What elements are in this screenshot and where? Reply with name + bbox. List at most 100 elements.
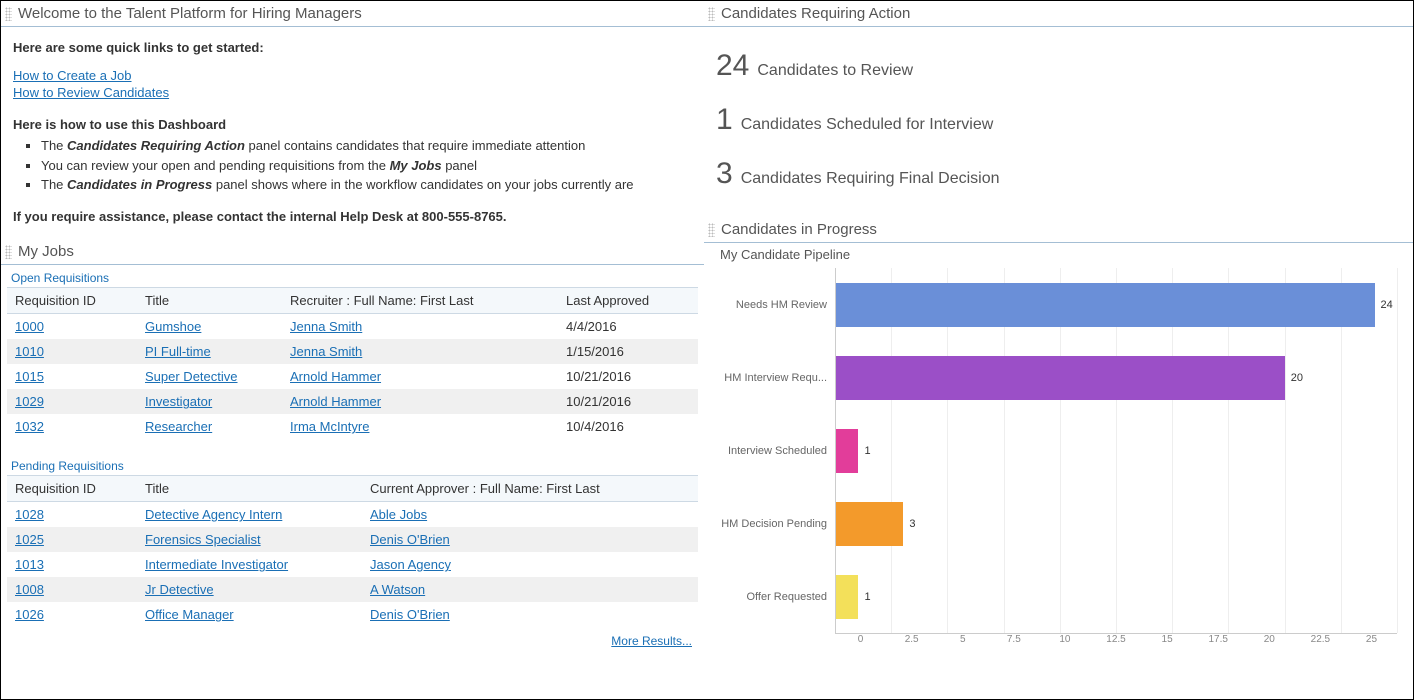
open-requisitions-table: Requisition ID Title Recruiter : Full Na… [7, 287, 698, 439]
welcome-title: Welcome to the Talent Platform for Hirin… [18, 5, 362, 22]
recruiter-link[interactable]: Arnold Hammer [290, 369, 381, 384]
chart-category-label: HM Interview Requ... [720, 372, 835, 384]
req-title-link[interactable]: Super Detective [145, 369, 238, 384]
req-title-link[interactable]: Detective Agency Intern [145, 507, 282, 522]
stat-line[interactable]: 1Candidates Scheduled for Interview [716, 103, 1401, 137]
welcome-panel-header: Welcome to the Talent Platform for Hirin… [1, 1, 704, 27]
col-header[interactable]: Last Approved [558, 288, 698, 314]
chart-value-label: 24 [1381, 299, 1393, 311]
stat-label: Candidates to Review [757, 62, 913, 80]
approver-link[interactable]: Denis O'Brien [370, 532, 450, 547]
table-row: 1032 Researcher Irma McIntyre 10/4/2016 [7, 414, 698, 439]
drag-grip-icon[interactable] [5, 245, 12, 259]
table-row: 1025 Forensics Specialist Denis O'Brien [7, 527, 698, 552]
link-review-candidates[interactable]: How to Review Candidates [13, 85, 169, 100]
chart-bar[interactable] [836, 356, 1285, 400]
assist-text: If you require assistance, please contac… [13, 208, 692, 226]
chart-value-label: 1 [864, 591, 870, 603]
chart-bar[interactable] [836, 283, 1375, 327]
req-id-link[interactable]: 1029 [15, 394, 44, 409]
chart-category-label: Offer Requested [720, 591, 835, 603]
col-header[interactable]: Requisition ID [7, 476, 137, 502]
axis-tick: 7.5 [988, 634, 1039, 645]
welcome-body: Here are some quick links to get started… [1, 27, 704, 239]
table-row: 1000 Gumshoe Jenna Smith 4/4/2016 [7, 314, 698, 340]
req-title-link[interactable]: PI Full-time [145, 344, 211, 359]
req-id-link[interactable]: 1026 [15, 607, 44, 622]
chart-value-label: 20 [1291, 372, 1303, 384]
req-id-link[interactable]: 1013 [15, 557, 44, 572]
howto-intro: Here is how to use this Dashboard [13, 116, 692, 134]
more-results-link[interactable]: More Results... [611, 634, 692, 648]
col-header[interactable]: Title [137, 288, 282, 314]
pending-requisitions-table: Requisition ID Title Current Approver : … [7, 475, 698, 627]
chart-title: My Candidate Pipeline [720, 247, 1397, 262]
table-row: 1026 Office Manager Denis O'Brien [7, 602, 698, 627]
req-title-link[interactable]: Office Manager [145, 607, 234, 622]
chart-row: Offer Requested 1 [720, 560, 1397, 633]
chart-value-label: 1 [864, 445, 870, 457]
stat-line[interactable]: 24 Candidates to Review [716, 49, 1401, 83]
req-id-link[interactable]: 1032 [15, 419, 44, 434]
table-row: 1029 Investigator Arnold Hammer 10/21/2016 [7, 389, 698, 414]
axis-tick: 10 [1039, 634, 1090, 645]
pending-req-label: Pending Requisitions [1, 453, 704, 475]
drag-grip-icon[interactable] [708, 223, 715, 237]
axis-tick: 17.5 [1193, 634, 1244, 645]
stat-number: 24 [716, 49, 749, 83]
req-id-link[interactable]: 1015 [15, 369, 44, 384]
chart-bar[interactable] [836, 502, 903, 546]
req-id-link[interactable]: 1028 [15, 507, 44, 522]
req-title-link[interactable]: Investigator [145, 394, 212, 409]
stat-line[interactable]: 3Candidates Requiring Final Decision [716, 157, 1401, 191]
chart-row: HM Interview Requ... 20 [720, 341, 1397, 414]
req-title-link[interactable]: Researcher [145, 419, 212, 434]
table-row: 1028 Detective Agency Intern Able Jobs [7, 502, 698, 528]
req-title-link[interactable]: Jr Detective [145, 582, 214, 597]
req-title-link[interactable]: Forensics Specialist [145, 532, 261, 547]
last-approved: 10/4/2016 [558, 414, 698, 439]
recruiter-link[interactable]: Jenna Smith [290, 344, 362, 359]
req-id-link[interactable]: 1008 [15, 582, 44, 597]
chart-category-label: HM Decision Pending [720, 518, 835, 530]
last-approved: 4/4/2016 [558, 314, 698, 340]
axis-tick: 5 [937, 634, 988, 645]
approver-link[interactable]: Denis O'Brien [370, 607, 450, 622]
approver-link[interactable]: Able Jobs [370, 507, 427, 522]
link-create-job[interactable]: How to Create a Job [13, 68, 132, 83]
recruiter-link[interactable]: Irma McIntyre [290, 419, 369, 434]
progress-title: Candidates in Progress [721, 221, 877, 238]
chart-row: HM Decision Pending 3 [720, 487, 1397, 560]
drag-grip-icon[interactable] [5, 7, 12, 21]
req-id-link[interactable]: 1025 [15, 532, 44, 547]
col-header[interactable]: Title [137, 476, 362, 502]
axis-tick: 20 [1244, 634, 1295, 645]
chart-bar[interactable] [836, 575, 858, 619]
req-id-link[interactable]: 1010 [15, 344, 44, 359]
drag-grip-icon[interactable] [708, 7, 715, 21]
req-title-link[interactable]: Gumshoe [145, 319, 201, 334]
table-row: 1015Super DetectiveArnold Hammer10/21/20… [7, 364, 698, 389]
action-stats: 24 Candidates to Review 1Candidates Schedu… [704, 27, 1413, 217]
table-row: 1013 Intermediate Investigator Jason Agenc… [7, 552, 698, 577]
recruiter-link[interactable]: Jenna Smith [290, 319, 362, 334]
chart-category-label: Needs HM Review [720, 299, 835, 311]
stat-label: Candidates Scheduled for Interview [741, 116, 994, 134]
howto-bullet: The Candidates in Progress panel shows w… [41, 176, 692, 194]
recruiter-link[interactable]: Arnold Hammer [290, 394, 381, 409]
chart-bar[interactable] [836, 429, 858, 473]
col-header[interactable]: Current Approver : Full Name: First Last [362, 476, 698, 502]
stat-label: Candidates Requiring Final Decision [741, 170, 1000, 188]
progress-panel-header: Candidates in Progress [704, 217, 1413, 243]
chart-category-label: Interview Scheduled [720, 445, 835, 457]
chart-value-label: 3 [909, 518, 915, 530]
approver-link[interactable]: A Watson [370, 582, 425, 597]
chart-row: Interview Scheduled 1 [720, 414, 1397, 487]
col-header[interactable]: Recruiter : Full Name: First Last [282, 288, 558, 314]
col-header[interactable]: Requisition ID [7, 288, 137, 314]
req-id-link[interactable]: 1000 [15, 319, 44, 334]
chart-row: Needs HM Review 24 [720, 268, 1397, 341]
req-title-link[interactable]: Intermediate Investigator [145, 557, 288, 572]
approver-link[interactable]: Jason Agency [370, 557, 451, 572]
last-approved: 10/21/2016 [558, 389, 698, 414]
